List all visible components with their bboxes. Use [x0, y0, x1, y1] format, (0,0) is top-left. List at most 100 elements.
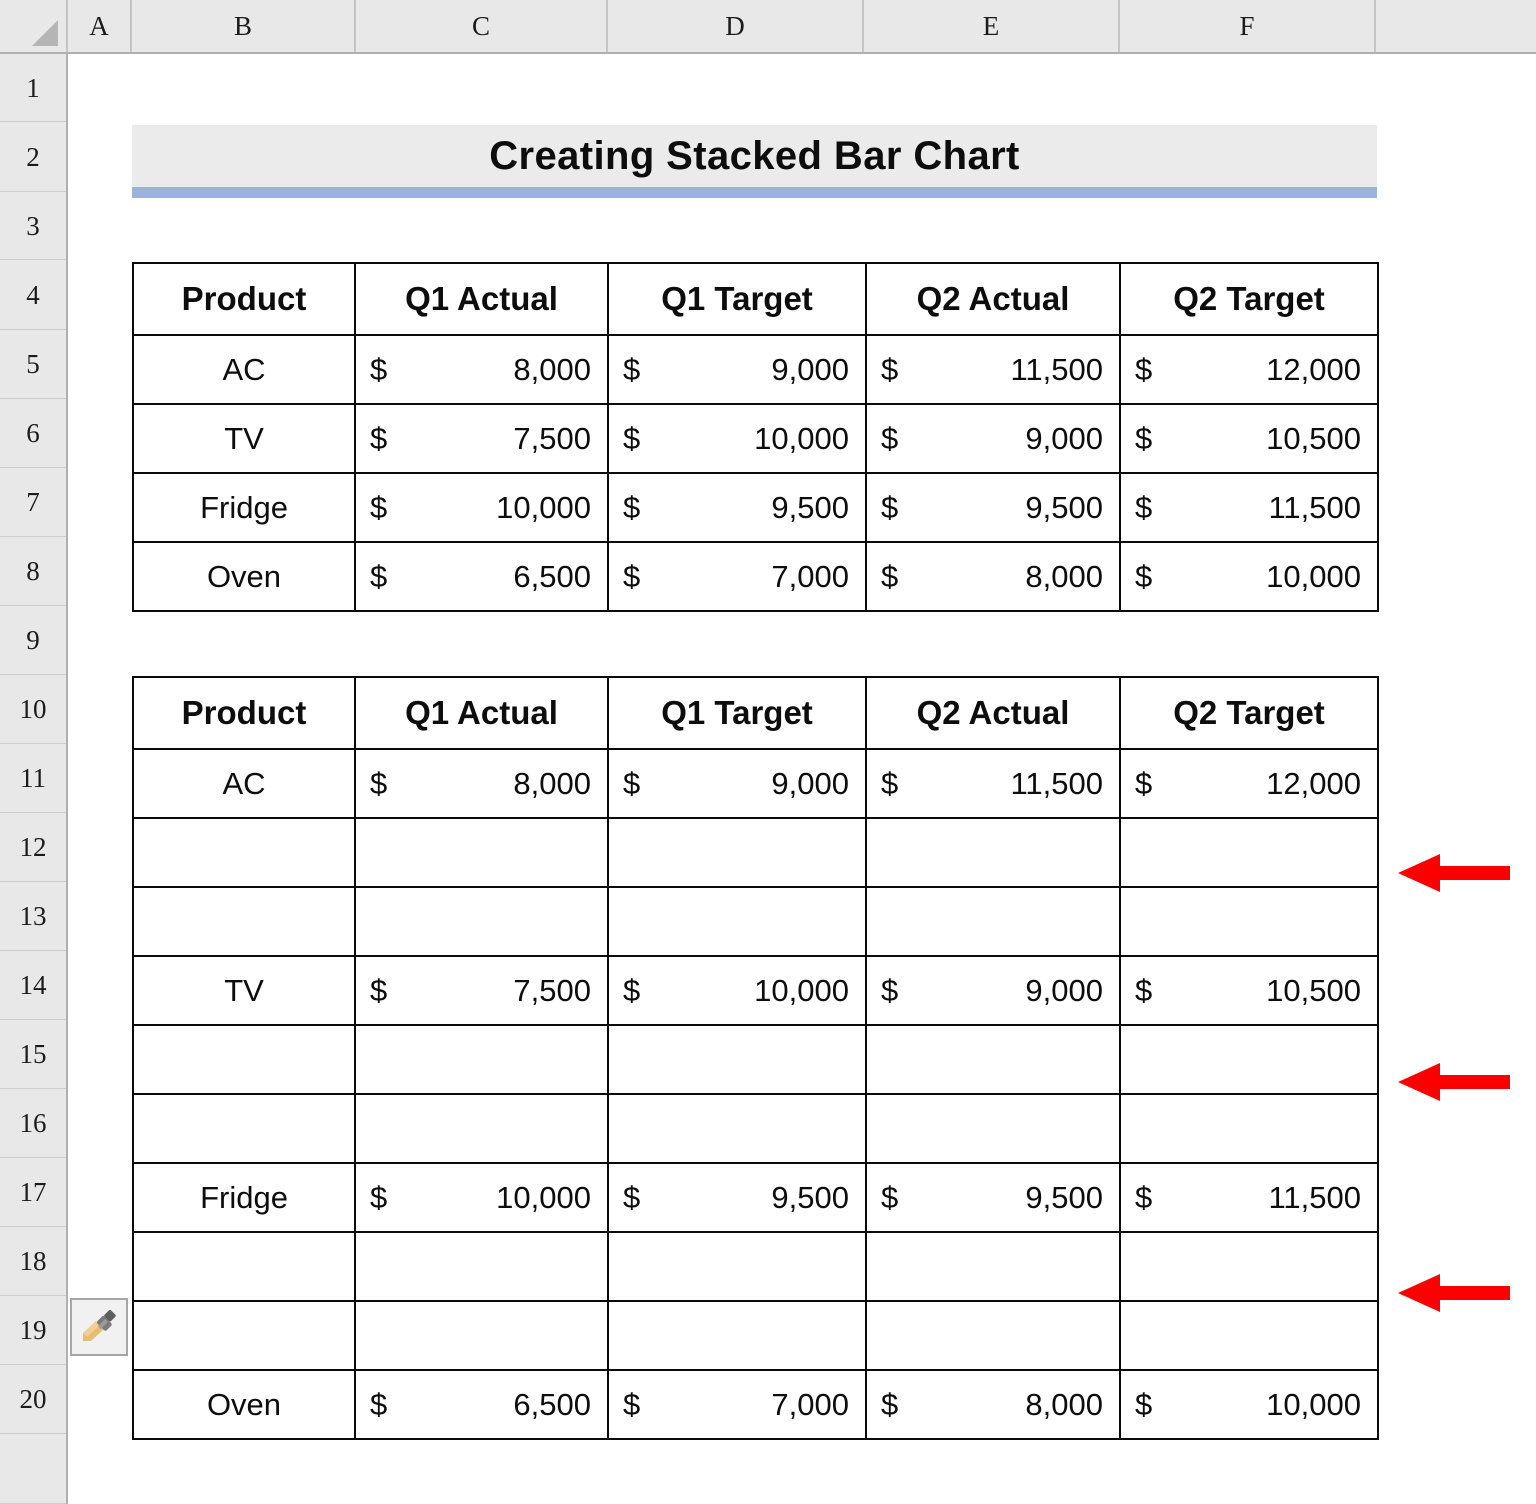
row-header-4[interactable]: 4: [0, 260, 66, 330]
cell-q1-actual[interactable]: $10,000: [354, 1162, 609, 1233]
table-row[interactable]: Oven $6,500 $7,000 $8,000 $10,000: [132, 541, 1379, 612]
cell-q2-actual[interactable]: $11,500: [865, 748, 1121, 819]
cell-product[interactable]: Oven: [132, 1369, 356, 1440]
cell-q1-actual[interactable]: [354, 1231, 609, 1302]
cell-q1-target[interactable]: [607, 1024, 867, 1095]
cell-product[interactable]: AC: [132, 748, 356, 819]
cell-q2-actual[interactable]: [865, 1093, 1121, 1164]
row-header-12[interactable]: 12: [0, 813, 66, 882]
cell-q1-target[interactable]: $10,000: [607, 955, 867, 1026]
cell-q1-target[interactable]: [607, 817, 867, 888]
cell-q1-actual[interactable]: [354, 1300, 609, 1371]
column-header-d[interactable]: D: [608, 0, 864, 52]
row-header-15[interactable]: 15: [0, 1020, 66, 1089]
cell-q2-actual[interactable]: $9,500: [865, 1162, 1121, 1233]
cell-q2-actual[interactable]: [865, 1024, 1121, 1095]
column-header-e[interactable]: E: [864, 0, 1120, 52]
cell-q2-target[interactable]: [1119, 1024, 1379, 1095]
table-row[interactable]: TV $7,500 $10,000 $9,000 $10,500: [132, 403, 1379, 474]
cell-q2-actual[interactable]: $11,500: [865, 334, 1121, 405]
row-header-10[interactable]: 10: [0, 675, 66, 744]
row-header-9[interactable]: 9: [0, 606, 66, 675]
cell-product[interactable]: TV: [132, 403, 356, 474]
table-row[interactable]: Fridge $10,000 $9,500 $9,500 $11,500: [132, 1162, 1379, 1233]
cell-q1-target[interactable]: $7,000: [607, 541, 867, 612]
table-row-blank[interactable]: [132, 1231, 1379, 1302]
format-painter-button[interactable]: [70, 1298, 128, 1356]
row-header-17[interactable]: 17: [0, 1158, 66, 1227]
column-header-c[interactable]: C: [356, 0, 608, 52]
cell-q2-target[interactable]: [1119, 1300, 1379, 1371]
cell-q1-target[interactable]: $10,000: [607, 403, 867, 474]
cell-q2-target[interactable]: $12,000: [1119, 334, 1379, 405]
cell-q2-actual[interactable]: $8,000: [865, 541, 1121, 612]
row-header-3[interactable]: 3: [0, 192, 66, 260]
cell-q2-actual[interactable]: $9,000: [865, 955, 1121, 1026]
cell-q1-target[interactable]: $9,500: [607, 1162, 867, 1233]
cell-q2-target[interactable]: [1119, 1231, 1379, 1302]
cell-q2-actual[interactable]: $9,000: [865, 403, 1121, 474]
cell-q2-actual[interactable]: [865, 1300, 1121, 1371]
column-header-a[interactable]: A: [68, 0, 132, 52]
cell-q1-target[interactable]: $9,500: [607, 472, 867, 543]
cell-product[interactable]: Fridge: [132, 472, 356, 543]
table-row[interactable]: Oven $6,500 $7,000 $8,000 $10,000: [132, 1369, 1379, 1440]
column-header-f[interactable]: F: [1120, 0, 1376, 52]
cell-q2-actual[interactable]: [865, 1231, 1121, 1302]
cell-q1-target[interactable]: $9,000: [607, 748, 867, 819]
table-row[interactable]: TV $7,500 $10,000 $9,000 $10,500: [132, 955, 1379, 1026]
row-header-1[interactable]: 1: [0, 54, 66, 122]
cell-q2-target[interactable]: [1119, 817, 1379, 888]
row-header-11[interactable]: 11: [0, 744, 66, 813]
cell-q2-target[interactable]: $12,000: [1119, 748, 1379, 819]
row-header-21[interactable]: [0, 1434, 66, 1504]
cell-q1-actual[interactable]: $6,500: [354, 541, 609, 612]
cell-q1-target[interactable]: $7,000: [607, 1369, 867, 1440]
row-header-14[interactable]: 14: [0, 951, 66, 1020]
table-row[interactable]: Fridge $10,000 $9,500 $9,500 $11,500: [132, 472, 1379, 543]
table-row-blank[interactable]: [132, 817, 1379, 888]
cell-q2-actual[interactable]: $9,500: [865, 472, 1121, 543]
column-header-g[interactable]: [1376, 0, 1536, 52]
cell-q1-actual[interactable]: $7,500: [354, 955, 609, 1026]
cell-q1-target[interactable]: [607, 886, 867, 957]
table-row-blank[interactable]: [132, 1024, 1379, 1095]
cell-product[interactable]: [132, 1024, 356, 1095]
column-header-b[interactable]: B: [132, 0, 356, 52]
cell-product[interactable]: [132, 1231, 356, 1302]
cell-q1-actual[interactable]: $10,000: [354, 472, 609, 543]
cell-q2-target[interactable]: $10,000: [1119, 541, 1379, 612]
cell-product[interactable]: [132, 886, 356, 957]
cell-q1-target[interactable]: [607, 1231, 867, 1302]
table-row-blank[interactable]: [132, 1300, 1379, 1371]
row-header-2[interactable]: 2: [0, 122, 66, 192]
cell-q1-actual[interactable]: $6,500: [354, 1369, 609, 1440]
table-row[interactable]: AC $8,000 $9,000 $11,500 $12,000: [132, 748, 1379, 819]
row-header-6[interactable]: 6: [0, 399, 66, 468]
cell-q2-actual[interactable]: $8,000: [865, 1369, 1121, 1440]
cell-q1-actual[interactable]: [354, 817, 609, 888]
cell-q2-target[interactable]: [1119, 1093, 1379, 1164]
cell-product[interactable]: AC: [132, 334, 356, 405]
cell-q1-actual[interactable]: [354, 1093, 609, 1164]
cell-q1-actual[interactable]: $7,500: [354, 403, 609, 474]
cell-q2-target[interactable]: $10,500: [1119, 403, 1379, 474]
row-header-7[interactable]: 7: [0, 468, 66, 537]
cell-q2-target[interactable]: $10,000: [1119, 1369, 1379, 1440]
cell-product[interactable]: [132, 1300, 356, 1371]
cell-q2-target[interactable]: $11,500: [1119, 472, 1379, 543]
table-row[interactable]: AC $8,000 $9,000 $11,500 $12,000: [132, 334, 1379, 405]
row-header-16[interactable]: 16: [0, 1089, 66, 1158]
row-header-19[interactable]: 19: [0, 1296, 66, 1365]
cell-q2-target[interactable]: [1119, 886, 1379, 957]
cell-product[interactable]: TV: [132, 955, 356, 1026]
cell-q1-actual[interactable]: [354, 886, 609, 957]
table-row-blank[interactable]: [132, 886, 1379, 957]
row-header-5[interactable]: 5: [0, 330, 66, 399]
cell-q2-actual[interactable]: [865, 817, 1121, 888]
row-header-13[interactable]: 13: [0, 882, 66, 951]
cell-product[interactable]: [132, 817, 356, 888]
cell-q1-target[interactable]: $9,000: [607, 334, 867, 405]
cell-q1-actual[interactable]: [354, 1024, 609, 1095]
cell-q2-actual[interactable]: [865, 886, 1121, 957]
